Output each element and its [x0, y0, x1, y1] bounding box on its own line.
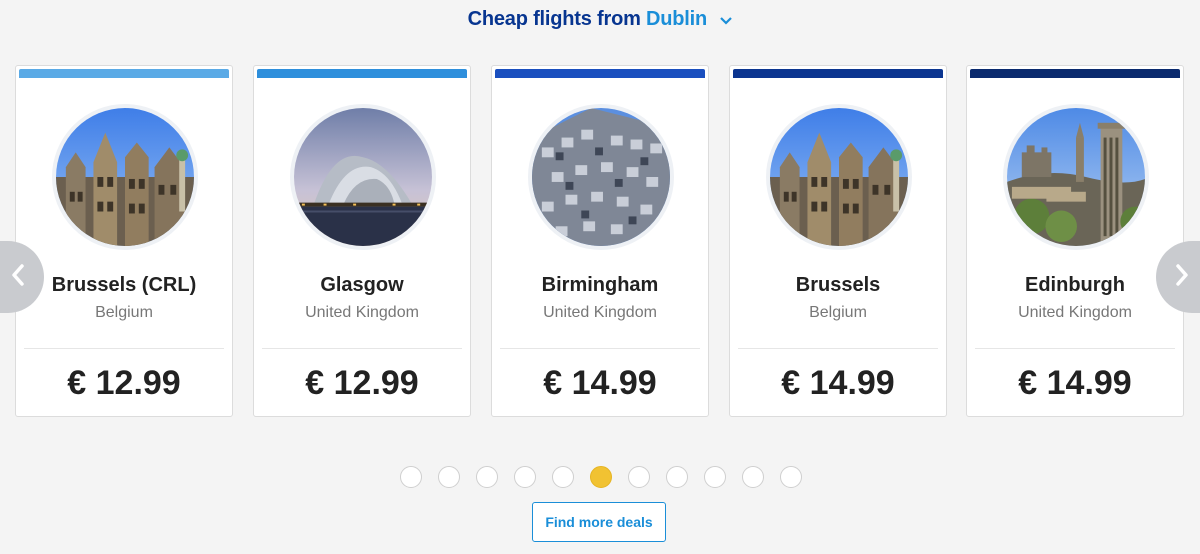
carousel-pagination: [400, 466, 802, 488]
card-divider: [24, 348, 224, 349]
card-color-bar: [495, 69, 705, 78]
destination-country: Belgium: [809, 304, 867, 321]
pagination-dot[interactable]: [780, 466, 802, 488]
destination-card[interactable]: Brussels (CRL) Belgium € 12.99: [15, 65, 233, 417]
chevron-right-icon: [1175, 263, 1189, 291]
destination-photo: [1003, 104, 1149, 250]
destination-country: United Kingdom: [305, 304, 419, 321]
chevron-left-icon: [11, 263, 25, 291]
destination-photo: [528, 104, 674, 250]
destination-card[interactable]: Birmingham United Kingdom € 14.99: [491, 65, 709, 417]
destination-city: Glasgow: [320, 274, 404, 296]
glasgow-photo-icon: [294, 108, 432, 246]
origin-city[interactable]: Dublin: [646, 8, 707, 30]
destination-photo: [766, 104, 912, 250]
card-divider: [262, 348, 462, 349]
card-divider: [500, 348, 700, 349]
find-more-deals-button[interactable]: Find more deals: [532, 502, 666, 542]
destination-city: Brussels: [795, 274, 881, 296]
destination-city: Brussels (CRL): [51, 274, 197, 296]
pagination-dot[interactable]: [438, 466, 460, 488]
destination-price: € 14.99: [781, 364, 895, 402]
destination-city: Birmingham: [541, 274, 659, 296]
destination-card[interactable]: Brussels Belgium € 14.99: [729, 65, 947, 417]
pagination-dot[interactable]: [514, 466, 536, 488]
edinburgh-photo-icon: [1007, 108, 1145, 246]
pagination-dot[interactable]: [742, 466, 764, 488]
brussels-photo-icon: [56, 108, 194, 246]
destination-price: € 12.99: [67, 364, 181, 402]
destination-photo: [52, 104, 198, 250]
birmingham-photo-icon: [532, 108, 670, 246]
card-divider: [975, 348, 1175, 349]
chevron-down-icon[interactable]: [720, 8, 733, 31]
pagination-dot[interactable]: [400, 466, 422, 488]
card-color-bar: [257, 69, 467, 78]
card-color-bar: [19, 69, 229, 78]
card-divider: [738, 348, 938, 349]
destination-price: € 12.99: [305, 364, 419, 402]
pagination-dot[interactable]: [552, 466, 574, 488]
destination-country: Belgium: [95, 304, 153, 321]
card-color-bar: [970, 69, 1180, 78]
destination-price: € 14.99: [543, 364, 657, 402]
pagination-dot[interactable]: [476, 466, 498, 488]
pagination-dot-active[interactable]: [590, 466, 612, 488]
destination-price: € 14.99: [1018, 364, 1132, 402]
card-color-bar: [733, 69, 943, 78]
destination-card[interactable]: Glasgow United Kingdom € 12.99: [253, 65, 471, 417]
destination-card[interactable]: Edinburgh United Kingdom € 14.99: [966, 65, 1184, 417]
destination-country: United Kingdom: [543, 304, 657, 321]
title-prefix: Cheap flights from: [467, 8, 641, 30]
destination-photo: [290, 104, 436, 250]
destination-country: United Kingdom: [1018, 304, 1132, 321]
pagination-dot[interactable]: [666, 466, 688, 488]
destination-city: Edinburgh: [1025, 274, 1125, 296]
page-title[interactable]: Cheap flights from Dublin: [0, 8, 1200, 31]
pagination-dot[interactable]: [704, 466, 726, 488]
brussels-photo-icon: [770, 108, 908, 246]
pagination-dot[interactable]: [628, 466, 650, 488]
